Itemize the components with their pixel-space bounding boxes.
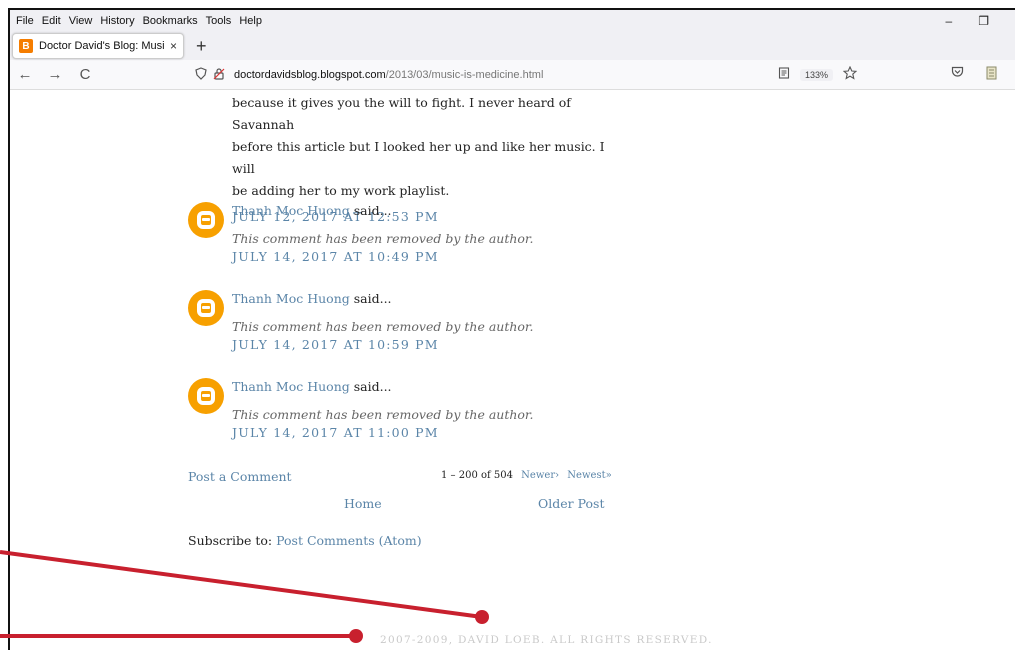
lock-icon[interactable] [210, 67, 228, 83]
removed-notice: This comment has been removed by the aut… [232, 407, 534, 422]
post-comment-link[interactable]: Post a Comment [188, 469, 292, 484]
nav-bar: ← → C doctordavidsblog.blogspot.com/2013… [10, 60, 1015, 90]
comment-item: Thanh Moc Huong said... This comment has… [188, 378, 608, 442]
bookmark-star-icon[interactable] [842, 65, 858, 83]
back-button[interactable]: ← [10, 66, 40, 83]
minimize-button[interactable]: – [946, 14, 953, 28]
blogger-avatar-icon[interactable] [188, 290, 224, 326]
restore-button[interactable]: ❐ [978, 14, 989, 28]
comment-author[interactable]: Thanh Moc Huong [232, 291, 350, 306]
page-content: because it gives you the will to fight. … [10, 92, 1015, 650]
zoom-level[interactable]: 133% [799, 68, 833, 81]
comment-line: be adding her to my work playlist. [232, 183, 450, 198]
comment-timestamp[interactable]: JULY 14, 2017 AT 11:00 PM [232, 424, 608, 442]
menu-help[interactable]: Help [235, 15, 266, 27]
menu-bookmarks[interactable]: Bookmarks [139, 15, 202, 27]
comment-item: Thanh Moc Huong said... This comment has… [188, 290, 608, 354]
pager-newer-link[interactable]: Newer› [521, 470, 559, 481]
comment-pager: 1 – 200 of 504 Newer› Newest» [441, 470, 612, 481]
menu-edit[interactable]: Edit [38, 15, 65, 27]
menu-view[interactable]: View [65, 15, 97, 27]
menu-bar: File Edit View History Bookmarks Tools H… [10, 10, 1015, 32]
menu-tools[interactable]: Tools [202, 15, 236, 27]
browser-window: File Edit View History Bookmarks Tools H… [8, 8, 1015, 650]
reader-view-icon[interactable] [778, 67, 790, 82]
pager-newest-link[interactable]: Newest» [567, 470, 611, 481]
tab-title: Doctor David's Blog: Music Is M [39, 40, 164, 52]
blogger-avatar-icon[interactable] [188, 202, 224, 238]
close-tab-icon[interactable]: × [170, 39, 177, 53]
reload-button[interactable]: C [70, 66, 100, 83]
new-tab-button[interactable]: + [196, 36, 207, 57]
removed-notice: This comment has been removed by the aut… [232, 319, 534, 334]
comment-line: because it gives you the will to fight. … [232, 95, 571, 132]
tab-blog[interactable]: B Doctor David's Blog: Music Is M × [12, 33, 184, 59]
home-link[interactable]: Home [344, 496, 382, 511]
comment-author[interactable]: Thanh Moc Huong [232, 379, 350, 394]
atom-feed-link[interactable]: Post Comments (Atom) [276, 533, 421, 548]
comment-timestamp[interactable]: JULY 14, 2017 AT 10:59 PM [232, 336, 608, 354]
menu-history[interactable]: History [96, 15, 138, 27]
pager-range: 1 – 200 of 504 [441, 470, 513, 481]
removed-notice: This comment has been removed by the aut… [232, 231, 534, 246]
subscribe-label: Subscribe to: [188, 533, 273, 548]
extension-icon[interactable] [986, 66, 997, 83]
blogger-avatar-icon[interactable] [188, 378, 224, 414]
subscribe-line: Subscribe to: Post Comments (Atom) [188, 533, 422, 548]
said-label: said... [353, 203, 392, 218]
forward-button[interactable]: → [40, 66, 70, 83]
tab-bar: B Doctor David's Blog: Music Is M × + [10, 32, 1015, 60]
blogger-favicon-icon: B [19, 39, 33, 53]
pocket-icon[interactable] [951, 66, 964, 83]
url-bar[interactable]: doctordavidsblog.blogspot.com/2013/03/mu… [192, 60, 871, 90]
url-path: /2013/03/music-is-medicine.html [385, 68, 544, 81]
said-label: said... [353, 291, 392, 306]
comment-timestamp[interactable]: JULY 14, 2017 AT 10:49 PM [232, 248, 608, 266]
comment-item: Thanh Moc Huong said... This comment has… [188, 202, 608, 266]
shield-icon[interactable] [192, 66, 210, 83]
comment-author[interactable]: Thanh Moc Huong [232, 203, 350, 218]
comment-line: before this article but I looked her up … [232, 139, 605, 176]
menu-file[interactable]: File [12, 15, 38, 27]
url-host: doctordavidsblog.blogspot.com [234, 68, 386, 81]
older-post-link[interactable]: Older Post [538, 496, 604, 511]
copyright-footer: 2007-2009, DAVID LOEB. ALL RIGHTS RESERV… [380, 634, 713, 646]
said-label: said... [353, 379, 392, 394]
